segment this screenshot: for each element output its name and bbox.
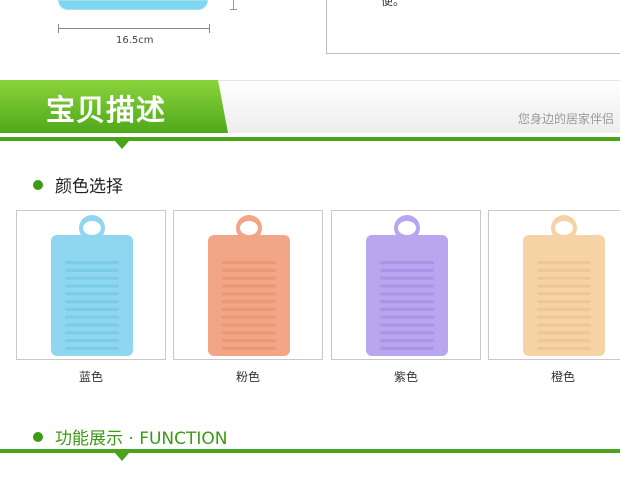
color-option-label-orange: 橙色 <box>550 370 575 384</box>
banner-divider <box>0 137 620 141</box>
description-box-text: 便。 <box>381 0 406 8</box>
banner-title: 宝贝描述 <box>46 93 167 127</box>
color-section-title: 颜色选择 <box>55 177 123 197</box>
color-option-label-blue: 蓝色 <box>78 370 103 384</box>
dimension-tick <box>230 0 237 10</box>
bullet-icon <box>33 179 43 190</box>
product-image-remnant <box>58 0 208 10</box>
color-option-blue[interactable] <box>16 210 166 360</box>
color-section-heading: 颜色选择 <box>33 172 123 197</box>
washboard-icon <box>51 215 133 356</box>
function-section-heading: 功能展示 · FUNCTION <box>33 424 228 449</box>
washboard-icon <box>208 215 290 356</box>
color-option-orange[interactable] <box>488 210 620 360</box>
banner-notch-arrow <box>115 141 129 149</box>
dimension-line <box>58 24 210 33</box>
color-option-pink[interactable] <box>173 210 323 360</box>
function-section-title: 功能展示 · FUNCTION <box>55 429 228 449</box>
color-option-label-pink: 粉色 <box>235 370 260 384</box>
section-notch-arrow <box>115 453 129 461</box>
color-option-label-purple: 紫色 <box>393 370 418 384</box>
washboard-icon <box>366 215 448 356</box>
washboard-icon <box>523 215 605 356</box>
section-banner: 宝贝描述 您身边的居家伴侣 <box>0 80 620 149</box>
bullet-icon <box>33 431 43 442</box>
description-box <box>326 0 620 54</box>
color-option-purple[interactable] <box>331 210 481 360</box>
section-divider <box>0 449 620 453</box>
banner-subtitle: 您身边的居家伴侣 <box>518 112 615 126</box>
dimension-label: 16.5cm <box>116 35 154 46</box>
